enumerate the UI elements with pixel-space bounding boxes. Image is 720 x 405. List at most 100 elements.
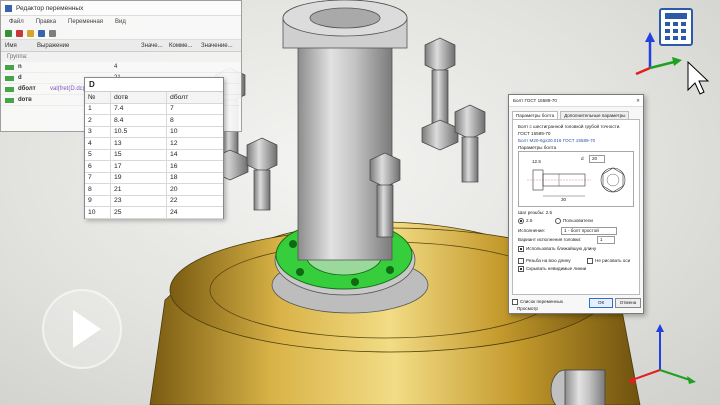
window-title: Редактор переменных: [16, 4, 84, 12]
menu-edit[interactable]: Правка: [36, 19, 56, 25]
cell-index: 5: [85, 149, 111, 160]
use-nearest-checkbox[interactable]: [518, 246, 524, 252]
table-row[interactable]: 1 7.4 7: [85, 103, 223, 115]
3d-viewport[interactable]: Редактор переменных Файл Правка Переменн…: [0, 0, 720, 405]
table-row[interactable]: 8 21 20: [85, 184, 223, 196]
table-row[interactable]: 3 10.5 10: [85, 126, 223, 138]
dialog-body: Болт с шестигранной головкой грубой точн…: [512, 119, 640, 295]
window-icon: [5, 4, 12, 12]
table-row[interactable]: 6 17 16: [85, 161, 223, 173]
pitch-option: 2.5: [526, 218, 533, 224]
head-variant-label: Вариант исполнения головки:: [518, 237, 582, 242]
var-list-checkbox[interactable]: [512, 299, 518, 305]
table-header: № dотв dболт: [85, 92, 223, 104]
variables-header: Имя Выражение Значе... Коммe... Значение…: [1, 40, 241, 52]
no-axes-label: Не рисовать оси: [595, 258, 631, 264]
table-row[interactable]: 4 13 12: [85, 138, 223, 150]
play-icon[interactable]: [42, 289, 122, 369]
menu-bar: Файл Правка Переменная Вид: [1, 16, 241, 27]
cell-dbolt: 12: [170, 139, 178, 147]
settings-icon[interactable]: [49, 29, 56, 37]
cell-dotv: 17: [111, 161, 167, 172]
preview-label[interactable]: Просмотр: [517, 306, 538, 311]
group-label: Группа:: [1, 52, 241, 62]
pitch-radio[interactable]: [518, 218, 524, 224]
cell-dbolt: 22: [170, 197, 178, 205]
flag-icon: [5, 64, 14, 70]
variable-value: 4: [114, 64, 118, 70]
toolbar: [1, 27, 241, 40]
custom-radio[interactable]: [554, 218, 561, 224]
custom-option: Пользователи: [562, 218, 593, 224]
ok-button[interactable]: ОК: [589, 298, 613, 308]
dialog-titlebar[interactable]: Болт ГОСТ 15589-70 ✕: [509, 95, 643, 107]
cell-dotv: 8.4: [111, 115, 167, 126]
cell-dbolt: 8: [170, 116, 174, 124]
dialog-tabs: Параметры болта Дополнительные параметры: [509, 110, 643, 119]
dialog-title: Болт ГОСТ 15589-70: [513, 98, 557, 103]
variable-row[interactable]: n 4: [1, 62, 241, 73]
flag-icon: [5, 97, 14, 103]
tab-additional-parameters[interactable]: Дополнительные параметры: [560, 111, 630, 119]
cell-dbolt: 16: [170, 162, 178, 170]
d-table-popup[interactable]: D № dотв dболт 1 7.4 7 2 8.4 8 3 10.5 10 4 13 12…: [84, 77, 224, 219]
cell-dotv: 15: [111, 149, 167, 160]
table-row[interactable]: 10 25 24: [85, 207, 223, 219]
col-value2[interactable]: Значение...: [197, 43, 241, 49]
thread-full-label: Резьба на всю длину: [526, 258, 571, 264]
execution-combo[interactable]: 1 - болт простой: [561, 227, 617, 235]
table-title: D: [85, 78, 223, 92]
close-icon[interactable]: ✕: [636, 98, 643, 104]
dim-d-combo[interactable]: 20: [589, 155, 605, 163]
variable-name: dболт: [18, 86, 36, 92]
col-name[interactable]: Имя: [1, 43, 33, 49]
col-comment[interactable]: Коммe...: [165, 43, 197, 49]
var-list-row: Список переменных: [512, 299, 563, 305]
delete-icon[interactable]: [16, 29, 23, 37]
table-row[interactable]: 9 23 22: [85, 195, 223, 207]
menu-view[interactable]: Вид: [115, 19, 126, 25]
section-title: Параметры болта: [518, 145, 557, 150]
table-row[interactable]: 7 19 18: [85, 172, 223, 184]
cell-dbolt: 14: [170, 151, 178, 159]
bolt-parameters-dialog[interactable]: Болт ГОСТ 15589-70 ✕ Параметры болта Доп…: [508, 94, 644, 314]
thread-full-checkbox[interactable]: [518, 258, 524, 264]
cell-dotv: 23: [111, 195, 167, 206]
execution-label: Исполнение:: [518, 228, 546, 233]
variables-calculator-icon[interactable]: [659, 8, 693, 46]
cell-dotv: 19: [111, 172, 167, 183]
menu-variable[interactable]: Переменная: [68, 19, 103, 25]
cell-dbolt: 18: [170, 174, 178, 182]
cell-dbolt: 10: [170, 128, 178, 136]
cell-dotv: 7.4: [111, 103, 167, 114]
table-row[interactable]: 2 8.4 8: [85, 115, 223, 127]
hide-lines-row: Скрывать невидимые линии: [518, 266, 586, 272]
folder-icon[interactable]: [27, 29, 34, 37]
cancel-button[interactable]: Отмена: [615, 298, 641, 308]
col-value[interactable]: Значе...: [137, 43, 165, 49]
dim-k-label: 12.5: [532, 159, 541, 164]
flag-icon: [5, 75, 14, 81]
thread-full-row: Резьба на всю длину: [518, 258, 571, 264]
head-variant-combo[interactable]: 1: [597, 236, 615, 244]
pitch-radio-group: 2.5 Пользователи: [518, 218, 593, 224]
hide-lines-label: Скрывать невидимые линии: [526, 266, 587, 272]
add-icon[interactable]: [5, 29, 12, 37]
cell-index: 3: [85, 126, 111, 137]
hide-lines-checkbox[interactable]: [518, 266, 524, 272]
tab-bolt-parameters[interactable]: Параметры болта: [512, 111, 559, 119]
cell-index: 4: [85, 138, 111, 149]
table-row[interactable]: 5 15 14: [85, 149, 223, 161]
bolt-drawing: 12.5 d 20 30: [518, 151, 634, 207]
menu-file[interactable]: Файл: [9, 19, 24, 25]
table-icon[interactable]: [38, 29, 45, 37]
variables-editor-titlebar[interactable]: Редактор переменных: [1, 1, 241, 16]
header-dbolt: dболт: [170, 93, 189, 101]
cell-index: 7: [85, 172, 111, 183]
axis-triad-icon: [628, 324, 696, 384]
use-nearest-row: Использовать ближайшую длину: [518, 246, 596, 252]
variable-name: n: [18, 64, 22, 70]
no-axes-checkbox[interactable]: [587, 258, 593, 264]
cell-dotv: 25: [111, 207, 167, 218]
col-expression[interactable]: Выражение: [33, 43, 137, 49]
